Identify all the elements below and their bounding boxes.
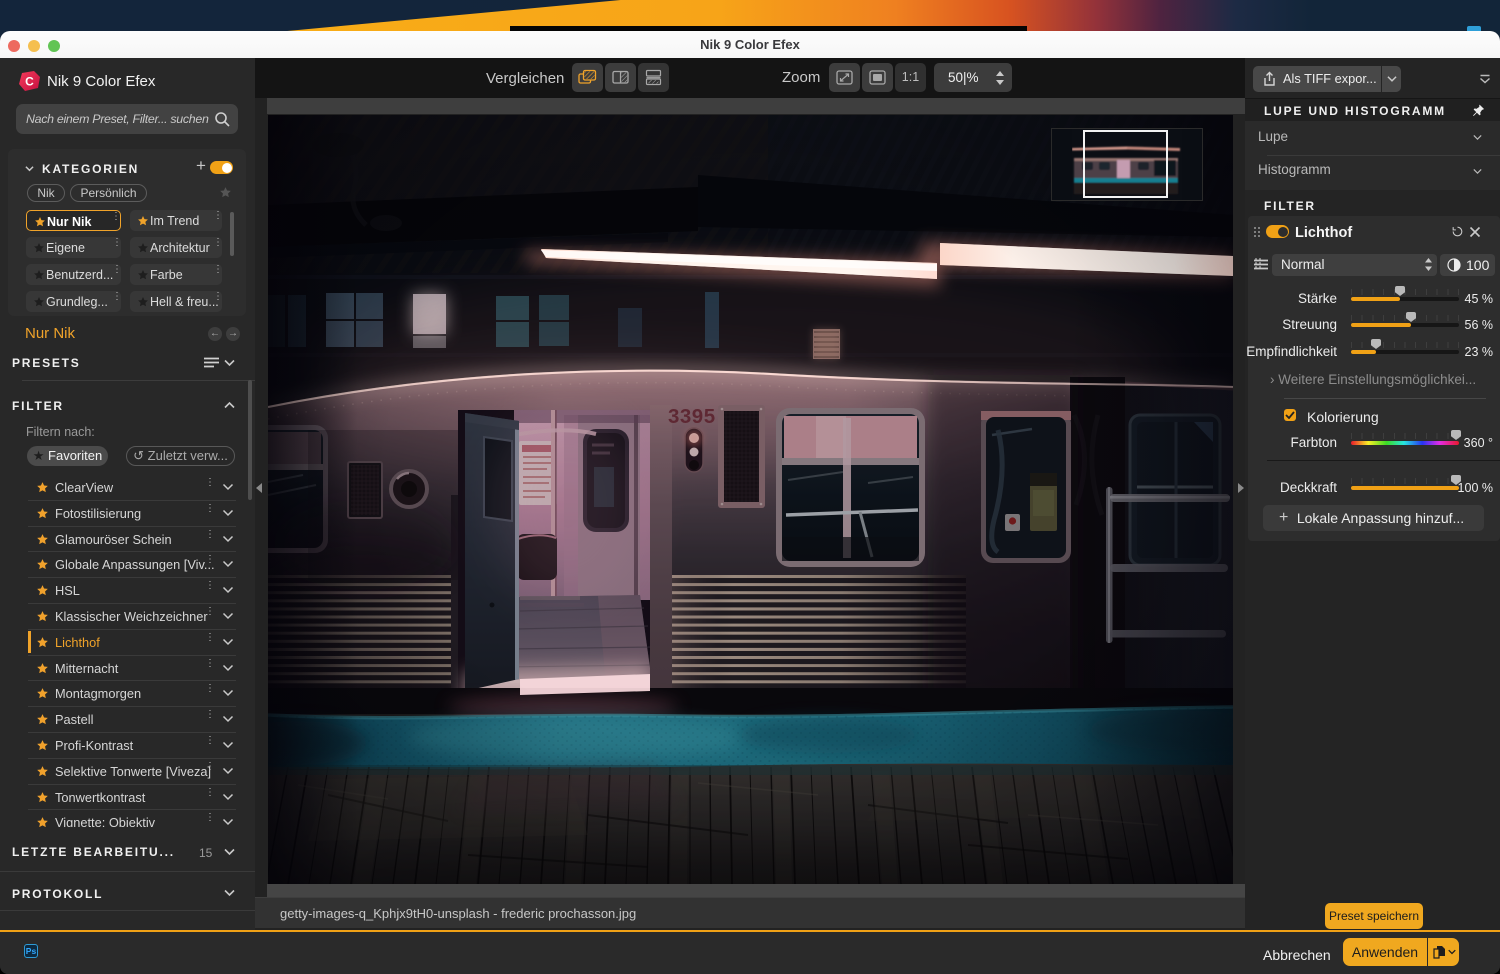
svg-text:C: C (25, 75, 34, 89)
